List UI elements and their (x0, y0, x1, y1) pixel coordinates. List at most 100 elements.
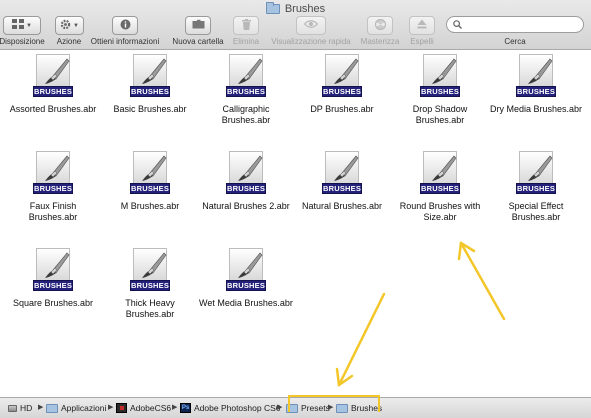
eject-control[interactable]: Espelli (409, 16, 435, 48)
photoshop-brush-file-icon: BRUSHES (226, 151, 266, 197)
photoshop-brush-file-icon: BRUSHES (130, 151, 170, 197)
folder-icon (46, 403, 58, 413)
chevron-right-icon: ▶ (328, 404, 334, 411)
photoshop-brush-file-icon: BRUSHES (420, 151, 460, 197)
crumb-adobecs6[interactable]: AdobeCS6 (116, 402, 171, 414)
chevron-right-icon: ▶ (108, 404, 114, 411)
brushes-badge: BRUSHES (33, 86, 73, 97)
eject-button[interactable] (409, 16, 435, 35)
file-item[interactable]: BRUSHES Special Effect Brushes.abr (488, 148, 584, 246)
search-label: Cerca (504, 37, 526, 46)
brushes-badge: BRUSHES (226, 86, 266, 97)
search-input[interactable] (465, 18, 575, 31)
chevron-right-icon: ▶ (172, 404, 178, 411)
gear-icon (60, 19, 71, 33)
quick-look-button[interactable] (296, 16, 326, 35)
window-title: Brushes (0, 2, 591, 16)
new-folder-icon (192, 19, 205, 32)
window-title-text: Brushes (284, 3, 326, 15)
folder-icon (286, 403, 298, 413)
file-item[interactable]: BRUSHES Square Brushes.abr (5, 245, 101, 343)
action-button[interactable]: ▼ (55, 16, 84, 35)
eye-icon (303, 20, 319, 31)
crumb-label: Applicazioni (61, 403, 107, 413)
info-icon (120, 19, 131, 33)
crumb-label: HD (20, 403, 33, 413)
crumb-photoshop[interactable]: Ps Adobe Photoshop CS6 (180, 402, 280, 414)
brushes-badge: BRUSHES (33, 183, 73, 194)
file-name: DP Brushes.abr (310, 104, 374, 114)
adobe-folder-icon (116, 403, 127, 413)
photoshop-brush-file-icon: BRUSHES (33, 151, 73, 197)
photoshop-brush-file-icon: BRUSHES (322, 54, 362, 100)
crumb-label: Adobe Photoshop CS6 (194, 403, 281, 413)
search-field[interactable] (446, 16, 584, 33)
file-item[interactable]: BRUSHES Faux Finish Brushes.abr (5, 148, 101, 246)
crumb-hd[interactable]: HD (8, 402, 32, 414)
new-folder-button[interactable] (185, 16, 211, 35)
photoshop-brush-file-icon: BRUSHES (322, 151, 362, 197)
chevron-down-icon: ▼ (26, 22, 32, 29)
file-name: Thick Heavy Brushes.abr (125, 298, 175, 319)
burn-button[interactable] (367, 16, 393, 35)
file-name: Faux Finish Brushes.abr (28, 201, 78, 222)
crumb-presets[interactable]: Presets (286, 402, 330, 414)
file-name: Round Brushes with Size.abr (399, 201, 481, 222)
toolbar: Brushes ▼ Disposizione ▼ Azione Ottieni … (0, 0, 591, 50)
brushes-badge: BRUSHES (130, 86, 170, 97)
file-item[interactable]: BRUSHES M Brushes.abr (102, 148, 198, 246)
file-name: Wet Media Brushes.abr (199, 298, 293, 308)
file-item[interactable]: BRUSHES Natural Brushes.abr (294, 148, 390, 246)
photoshop-brush-file-icon: BRUSHES (33, 54, 73, 100)
file-name: Natural Brushes 2.abr (202, 201, 290, 211)
photoshop-brush-file-icon: BRUSHES (130, 54, 170, 100)
photoshop-brush-file-icon: BRUSHES (420, 54, 460, 100)
file-name: Special Effect Brushes.abr (508, 201, 564, 222)
file-name: Square Brushes.abr (12, 298, 94, 308)
search-icon (453, 16, 462, 34)
trash-icon (241, 18, 251, 33)
photoshop-brush-file-icon: BRUSHES (226, 54, 266, 100)
file-item[interactable]: BRUSHES Thick Heavy Brushes.abr (102, 245, 198, 343)
brushes-badge: BRUSHES (420, 183, 460, 194)
brushes-badge: BRUSHES (322, 86, 362, 97)
file-item[interactable]: BRUSHES Assorted Brushes.abr (5, 51, 101, 149)
photoshop-brush-file-icon: BRUSHES (130, 248, 170, 294)
file-item[interactable]: BRUSHES Round Brushes with Size.abr (392, 148, 488, 246)
path-bar: HD ▶ Applicazioni ▶ AdobeCS6 ▶ Ps Adobe … (0, 397, 591, 418)
file-name: Dry Media Brushes.abr (489, 104, 583, 114)
file-item[interactable]: BRUSHES Dry Media Brushes.abr (488, 51, 584, 149)
chevron-down-icon: ▼ (73, 22, 79, 29)
file-name: Calligraphic Brushes.abr (221, 104, 271, 125)
get-info-button[interactable] (112, 16, 138, 35)
file-item[interactable]: BRUSHES Wet Media Brushes.abr (198, 245, 294, 343)
brushes-badge: BRUSHES (130, 280, 170, 291)
delete-button[interactable] (233, 16, 259, 35)
file-item[interactable]: BRUSHES DP Brushes.abr (294, 51, 390, 149)
file-item[interactable]: BRUSHES Calligraphic Brushes.abr (198, 51, 294, 149)
brushes-badge: BRUSHES (226, 280, 266, 291)
photoshop-brush-file-icon: BRUSHES (516, 151, 556, 197)
crumb-brushes[interactable]: Brushes (336, 402, 382, 414)
grid-view-icon (12, 19, 25, 32)
file-item[interactable]: BRUSHES Drop Shadow Brushes.abr (392, 51, 488, 149)
photoshop-brush-file-icon: BRUSHES (33, 248, 73, 294)
crumb-label: Brushes (351, 403, 383, 413)
crumb-applicazioni[interactable]: Applicazioni (46, 402, 106, 414)
brushes-badge: BRUSHES (322, 183, 362, 194)
file-name: Assorted Brushes.abr (9, 104, 97, 114)
file-item[interactable]: BRUSHES Natural Brushes 2.abr (198, 148, 294, 246)
file-name: Drop Shadow Brushes.abr (412, 104, 468, 125)
get-info-control[interactable]: Ottieni informazioni (91, 16, 159, 48)
photoshop-brush-file-icon: BRUSHES (516, 54, 556, 100)
brushes-badge: BRUSHES (516, 86, 556, 97)
arrange-button[interactable]: ▼ (3, 16, 41, 35)
photoshop-folder-icon: Ps (180, 403, 191, 413)
brushes-badge: BRUSHES (226, 183, 266, 194)
quick-look-control[interactable]: Visualizzazione rapida (271, 16, 351, 48)
file-item[interactable]: BRUSHES Basic Brushes.abr (102, 51, 198, 149)
folder-icon (265, 2, 280, 14)
file-browser: BRUSHES Assorted Brushes.abr BRUSHES Bas… (0, 51, 591, 397)
hard-drive-icon (8, 404, 17, 412)
file-name: Basic Brushes.abr (113, 104, 187, 114)
